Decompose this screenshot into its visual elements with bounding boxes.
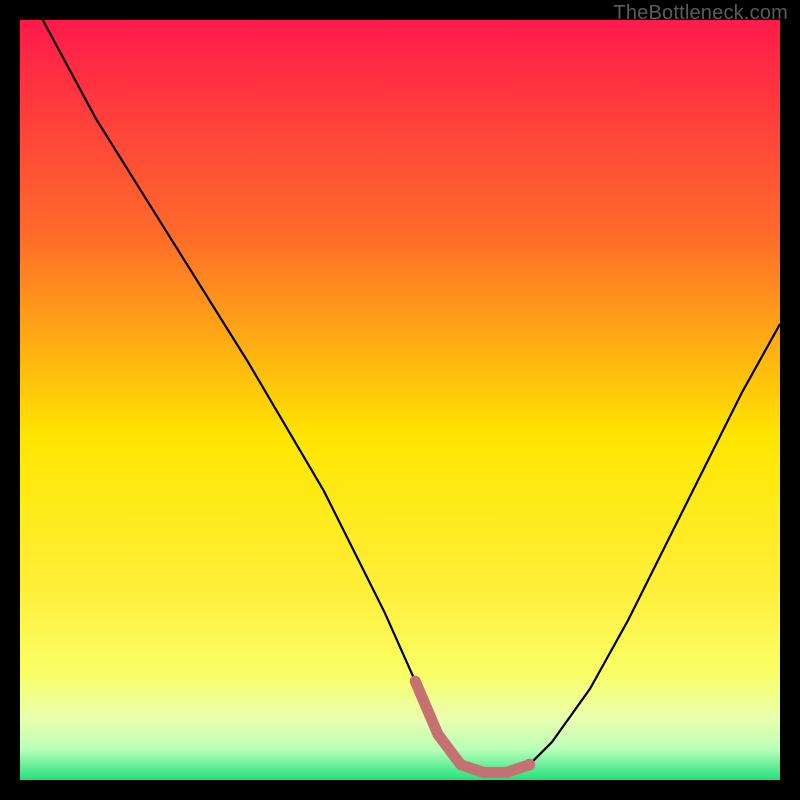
- chart-stage: TheBottleneck.com: [0, 0, 800, 800]
- bottleneck-curve: [43, 20, 780, 772]
- curve-highlight: [415, 681, 529, 772]
- plot-area: [20, 20, 780, 780]
- curve-highlight-end-dot: [523, 759, 535, 771]
- curve-layer: [20, 20, 780, 780]
